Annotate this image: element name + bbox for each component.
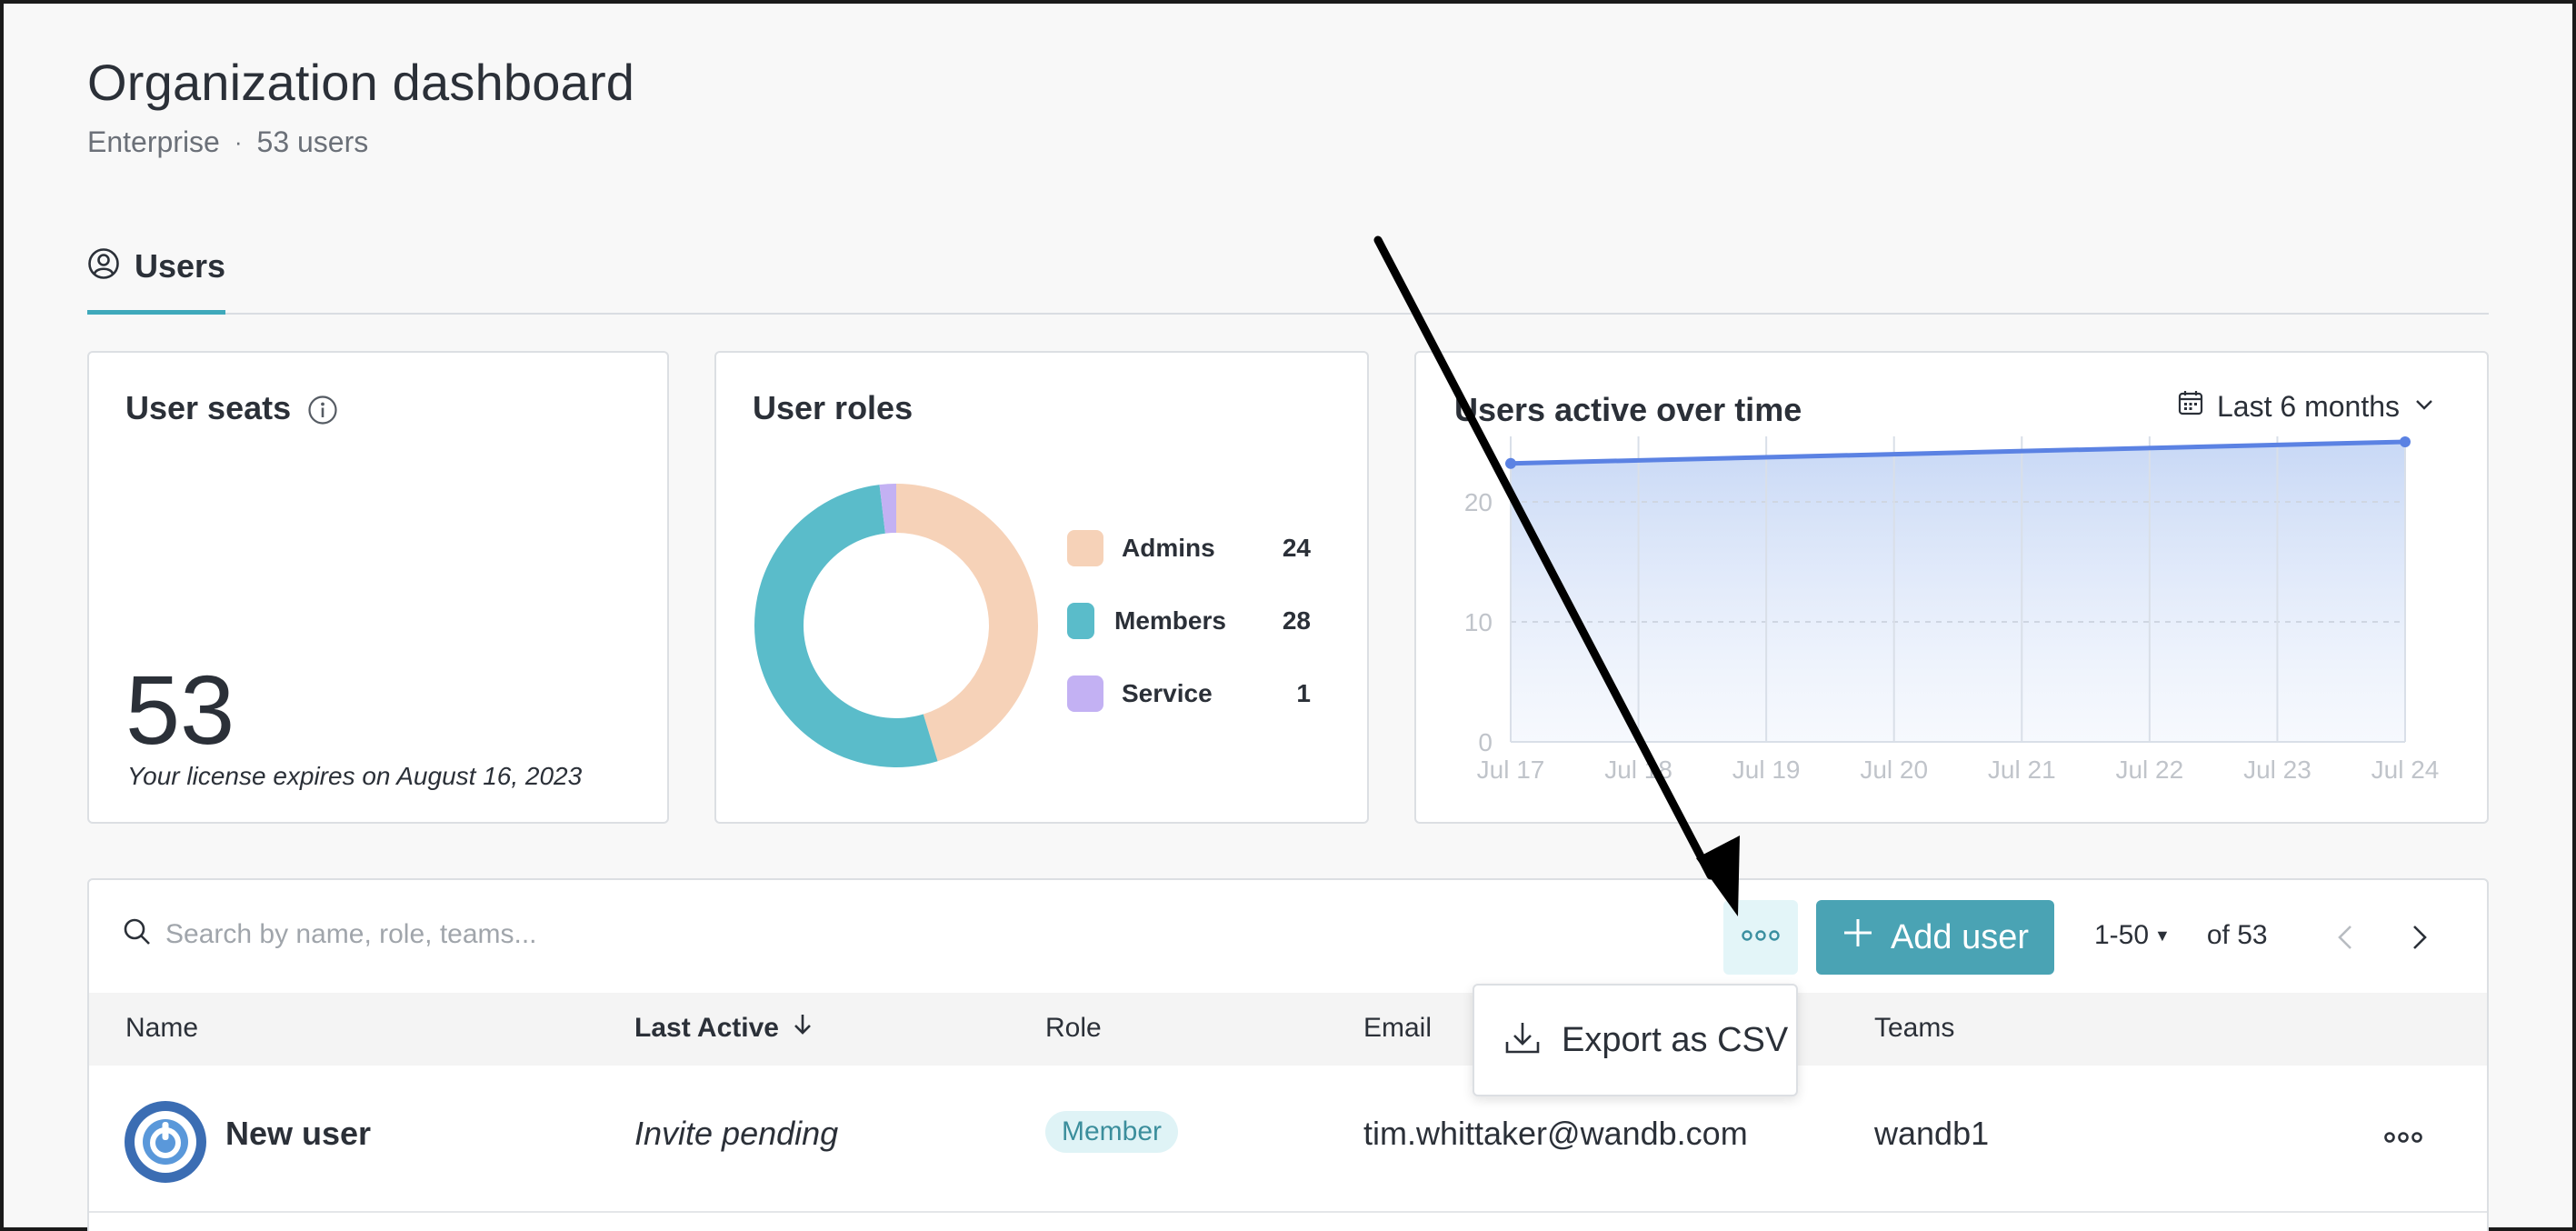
user-teams: wandb1 bbox=[1874, 1115, 1990, 1152]
plus-icon bbox=[1842, 916, 1874, 958]
page-subtitle: Enterprise · 53 users bbox=[87, 125, 368, 159]
legend-service: Service 1 bbox=[1067, 675, 1311, 713]
more-actions-button[interactable] bbox=[1723, 900, 1798, 975]
user-seats-card: User seats 53 Your license expires on Au… bbox=[87, 351, 669, 824]
search-icon bbox=[122, 916, 153, 952]
x-tick-label: Jul 19 bbox=[1732, 756, 1801, 784]
avatar bbox=[124, 1100, 207, 1188]
legend-swatch-admins bbox=[1067, 530, 1103, 566]
arrow-down-icon bbox=[792, 1013, 814, 1044]
x-tick-label: Jul 18 bbox=[1604, 756, 1672, 784]
legend-members: Members 28 bbox=[1067, 602, 1311, 640]
users-active-card: Users active over time Last 6 months 0 10… bbox=[1414, 351, 2489, 824]
next-page-button[interactable] bbox=[2403, 922, 2434, 957]
x-tick-label: Jul 22 bbox=[2115, 756, 2183, 784]
y-tick-label: 10 bbox=[1464, 608, 1493, 636]
pagination: 1-50 ▼ of 53 bbox=[2094, 920, 2268, 951]
search-input[interactable] bbox=[165, 918, 802, 950]
role-badge: Member bbox=[1045, 1111, 1179, 1153]
data-point bbox=[2400, 436, 2411, 447]
tab-users[interactable]: Users bbox=[87, 240, 225, 315]
x-tick-label: Jul 21 bbox=[1988, 756, 2056, 784]
column-header-role[interactable]: Role bbox=[1045, 1013, 1102, 1044]
page-total-label: of 53 bbox=[2206, 920, 2268, 950]
page-title: Organization dashboard bbox=[87, 54, 635, 111]
export-menu: Export as CSV bbox=[1473, 984, 1798, 1096]
tab-bar: Users bbox=[87, 240, 2489, 315]
x-tick-label: Jul 20 bbox=[1860, 756, 1928, 784]
column-header-email[interactable]: Email bbox=[1363, 1013, 1432, 1044]
legend-value-admins: 24 bbox=[1282, 534, 1311, 562]
user-count: 53 users bbox=[256, 125, 369, 158]
users-table-card: Add user 1-50 ▼ of 53 Name Last Active R… bbox=[87, 878, 2489, 1231]
license-expiry-note: Your license expires on August 16, 2023 bbox=[127, 762, 583, 790]
last-active-value: Invite pending bbox=[634, 1115, 839, 1152]
user-circle-icon bbox=[87, 247, 120, 285]
previous-page-button[interactable] bbox=[2331, 922, 2361, 957]
x-tick-label: Jul 23 bbox=[2243, 756, 2311, 784]
user-email: tim.whittaker@wandb.com bbox=[1363, 1115, 1748, 1152]
chevron-left-icon bbox=[2338, 926, 2351, 949]
legend-admins: Admins 24 bbox=[1067, 529, 1311, 567]
user-roles-card: User roles Admins 24 Members 28 Service … bbox=[714, 351, 1369, 824]
tab-users-label: Users bbox=[135, 247, 226, 285]
download-icon bbox=[1503, 1020, 1542, 1061]
seats-count: 53 bbox=[125, 655, 235, 765]
legend-swatch-members bbox=[1067, 603, 1094, 639]
user-roles-title: User roles bbox=[753, 389, 914, 426]
info-icon[interactable] bbox=[307, 395, 338, 430]
legend-label-service: Service bbox=[1122, 679, 1213, 707]
plan-label: Enterprise bbox=[87, 125, 220, 158]
column-header-last-active-label: Last Active bbox=[634, 1013, 779, 1043]
table-row[interactable]: New user Invite pending Member tim.whitt… bbox=[89, 1067, 2487, 1213]
legend-value-service: 1 bbox=[1296, 679, 1311, 707]
user-name[interactable]: New user bbox=[225, 1115, 371, 1153]
x-tick-label: Jul 24 bbox=[2371, 756, 2440, 784]
user-seats-title: User seats bbox=[125, 389, 292, 426]
users-active-chart: 0 10 20 Jul 17 Jul 18 Jul 19 Jul 20 Jul 21 Jul 2… bbox=[1464, 436, 2440, 784]
table-header: Name Last Active Role Email Teams bbox=[89, 993, 2487, 1066]
legend-label-members: Members bbox=[1114, 606, 1226, 635]
export-csv-menu-item[interactable]: Export as CSV bbox=[1562, 1021, 1788, 1060]
roles-donut-chart bbox=[754, 484, 1038, 767]
separator-dot: · bbox=[234, 128, 243, 155]
add-user-button[interactable]: Add user bbox=[1816, 900, 2054, 975]
legend-value-members: 28 bbox=[1282, 606, 1311, 635]
y-tick-label: 20 bbox=[1464, 488, 1493, 516]
more-horizontal-icon bbox=[1741, 929, 1781, 946]
legend-label-admins: Admins bbox=[1122, 534, 1215, 562]
x-tick-label: Jul 17 bbox=[1477, 756, 1545, 784]
legend-swatch-service bbox=[1067, 676, 1103, 712]
column-header-name[interactable]: Name bbox=[125, 1013, 198, 1044]
chevron-right-icon bbox=[2413, 926, 2427, 949]
page-range-label: 1-50 bbox=[2094, 920, 2150, 950]
caret-down-icon: ▼ bbox=[2154, 926, 2171, 945]
more-horizontal-icon bbox=[2384, 1132, 2422, 1143]
search-box[interactable] bbox=[122, 916, 802, 952]
column-header-last-active[interactable]: Last Active bbox=[634, 1013, 814, 1044]
add-user-label: Add user bbox=[1890, 917, 2030, 956]
chart-area-fill bbox=[1511, 442, 2405, 742]
column-header-teams[interactable]: Teams bbox=[1874, 1013, 1954, 1044]
page-size-select[interactable]: 1-50 ▼ bbox=[2094, 920, 2207, 951]
row-actions-button[interactable] bbox=[2383, 1131, 2423, 1148]
data-point bbox=[1505, 457, 1516, 469]
y-tick-label: 0 bbox=[1478, 728, 1493, 756]
